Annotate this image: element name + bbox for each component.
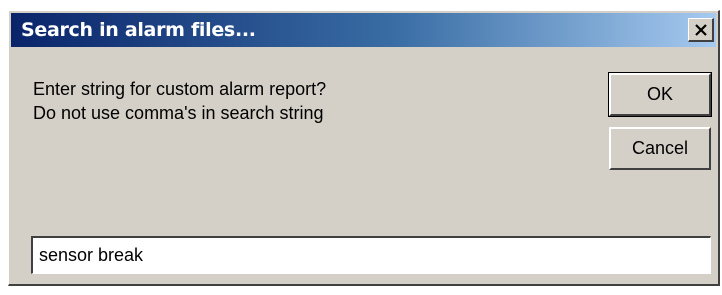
- prompt-line-1: Enter string for custom alarm report?: [33, 79, 327, 99]
- prompt-text: Enter string for custom alarm report? Do…: [33, 77, 326, 125]
- title-bar[interactable]: Search in alarm files...: [11, 13, 716, 47]
- prompt-line-2: Do not use comma's in search string: [33, 103, 324, 123]
- search-dialog: Search in alarm files... Enter string fo…: [8, 10, 720, 286]
- search-input[interactable]: [31, 236, 711, 274]
- ok-button[interactable]: OK: [608, 72, 712, 117]
- close-button[interactable]: [688, 18, 714, 42]
- cancel-button[interactable]: Cancel: [609, 127, 711, 170]
- window-title: Search in alarm files...: [21, 19, 256, 41]
- close-icon: [694, 23, 707, 36]
